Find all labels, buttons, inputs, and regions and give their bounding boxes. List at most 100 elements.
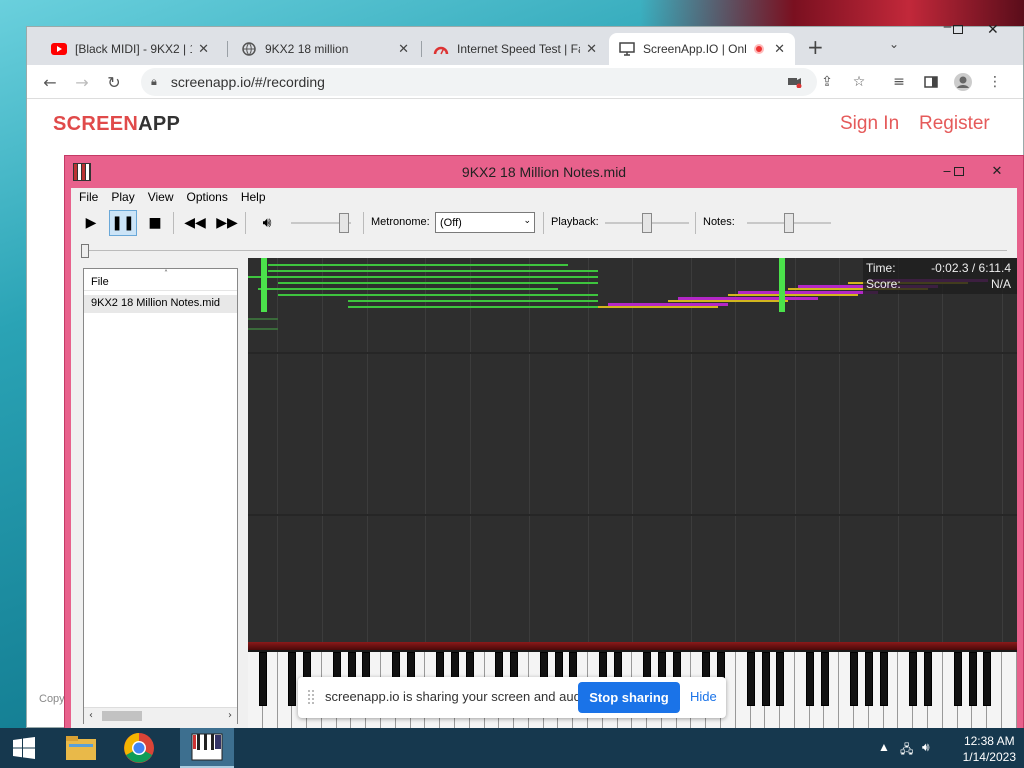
file-column-header[interactable]: File	[84, 269, 237, 291]
notes-slider-thumb[interactable]	[784, 213, 794, 233]
chevron-up-icon[interactable]: ▲	[878, 740, 890, 754]
maximize-button[interactable]	[953, 25, 963, 34]
menu-view[interactable]: View	[148, 188, 174, 206]
media-queue-icon[interactable]: ≡	[889, 72, 909, 92]
window-title: 9KX2 18 Million Notes.mid	[461, 164, 627, 180]
close-tab-icon[interactable]: ✕	[398, 41, 409, 57]
notes-speed-slider[interactable]	[747, 212, 831, 234]
note-streak	[598, 306, 718, 308]
volume-tray-icon[interactable]: 🔊︎	[922, 740, 930, 755]
tab-youtube[interactable]: [Black MIDI] - 9KX2 | 18 ✕	[41, 33, 219, 65]
app-maximize-button[interactable]	[945, 160, 973, 182]
tab-speedtest[interactable]: Internet Speed Test | Fa ✕	[423, 33, 607, 65]
black-key	[865, 652, 874, 706]
metronome-select[interactable]: (Off) ⌄	[435, 212, 535, 233]
tab-search-chevron-icon[interactable]: ⌄	[889, 37, 899, 51]
scrollbar-thumb[interactable]	[102, 711, 142, 721]
windows-start-icon[interactable]	[0, 728, 48, 768]
forward-arrow-icon[interactable]: →	[69, 69, 95, 95]
black-key	[820, 652, 829, 706]
rewind-icon[interactable]: ◀◀	[181, 210, 209, 236]
kebab-menu-icon[interactable]: ⋮	[985, 72, 1005, 92]
black-key	[983, 652, 992, 706]
system-tray: ▲ 🖧︎ 🔊︎ 12:38 AM 1/14/2023	[872, 728, 1022, 768]
camera-blocked-icon[interactable]	[785, 72, 805, 92]
footer-copyright: Copy	[39, 693, 65, 705]
bookmark-star-icon[interactable]: ☆	[849, 72, 869, 92]
stop-icon[interactable]: ■	[141, 210, 169, 236]
hide-button[interactable]: Hide	[690, 689, 717, 704]
screenapp-logo[interactable]: SCREENAPP	[53, 113, 180, 136]
lane-divider	[277, 258, 278, 642]
note-streak	[248, 276, 598, 278]
scroll-right-icon[interactable]: ›	[228, 710, 232, 721]
minimize-button[interactable]: ‒	[943, 19, 952, 35]
app-close-button[interactable]: ✕	[983, 160, 1011, 182]
note-streak	[268, 264, 568, 266]
menu-bar: File Play View Options Help	[71, 188, 1017, 206]
black-key	[909, 652, 918, 706]
toolbar-divider	[695, 212, 696, 234]
tab-screenapp[interactable]: ScreenApp.IO | Onl ✕	[609, 33, 795, 65]
horizontal-scrollbar[interactable]: ‹ ›	[84, 707, 237, 724]
file-list-panel: File ˄ 9KX2 18 Million Notes.mid ‹ ›	[83, 268, 238, 724]
drag-handle-icon[interactable]	[308, 690, 314, 704]
notes-label: Notes:	[703, 216, 735, 228]
black-key	[258, 652, 267, 706]
playback-slider-thumb[interactable]	[642, 213, 652, 233]
seek-thumb[interactable]	[81, 244, 89, 258]
menu-file[interactable]: File	[79, 188, 98, 206]
menu-play[interactable]: Play	[111, 188, 134, 206]
tab-9kx2[interactable]: 9KX2 18 million ✕	[231, 33, 419, 65]
chrome-icon[interactable]	[114, 728, 164, 768]
metronome-value: (Off)	[440, 216, 462, 229]
midi-player-taskbar-icon[interactable]	[180, 728, 234, 768]
network-icon[interactable]: 🖧︎	[900, 740, 913, 761]
close-tab-icon[interactable]: ✕	[774, 41, 785, 57]
tab-title: [Black MIDI] - 9KX2 | 18	[75, 42, 193, 56]
black-key	[805, 652, 814, 706]
note-streak	[738, 291, 878, 294]
register-link[interactable]: Register	[919, 113, 990, 135]
clock-date: 1/14/2023	[962, 750, 1016, 764]
tab-title: ScreenApp.IO | Onl	[643, 42, 747, 56]
browser-toolbar: ← → ↻ 🔒︎ screenapp.io/#/recording ⇪ ☆ ≡ …	[27, 65, 1023, 99]
lane-divider	[898, 258, 899, 642]
playback-speed-slider[interactable]	[605, 212, 689, 234]
note-streak	[728, 294, 858, 296]
volume-icon[interactable]: 🔊︎	[253, 210, 281, 236]
share-icon[interactable]: ⇪	[817, 72, 837, 92]
side-panel-icon[interactable]	[921, 72, 941, 92]
piano-app-icon[interactable]	[73, 163, 91, 181]
stop-sharing-button[interactable]: Stop sharing	[578, 682, 680, 713]
close-tab-icon[interactable]: ✕	[198, 41, 209, 57]
address-bar[interactable]: 🔒︎ screenapp.io/#/recording	[141, 68, 817, 96]
system-clock[interactable]: 12:38 AM 1/14/2023	[963, 733, 1016, 765]
new-tab-button[interactable]: +	[807, 35, 824, 59]
volume-slider-thumb[interactable]	[339, 213, 349, 233]
volume-slider[interactable]	[291, 212, 351, 234]
back-arrow-icon[interactable]: ←	[37, 69, 63, 95]
pause-icon[interactable]: ❚❚	[109, 210, 137, 236]
close-tab-icon[interactable]: ✕	[586, 41, 597, 57]
lane-divider	[425, 258, 426, 642]
profile-avatar-icon[interactable]	[953, 72, 973, 92]
logo-part-app: APP	[138, 113, 181, 135]
close-window-button[interactable]: ✕	[987, 22, 999, 38]
reload-icon[interactable]: ↻	[101, 69, 127, 95]
play-icon[interactable]: ▶	[77, 210, 105, 236]
black-key	[879, 652, 888, 706]
file-explorer-icon[interactable]	[56, 728, 106, 768]
menu-help[interactable]: Help	[241, 188, 266, 206]
menu-options[interactable]: Options	[186, 188, 227, 206]
sign-in-link[interactable]: Sign In	[840, 113, 899, 135]
keyboard-top-bar	[248, 642, 1017, 650]
lane-divider	[839, 258, 840, 642]
toolbar-divider	[543, 212, 544, 234]
note-block	[779, 258, 785, 312]
fast-forward-icon[interactable]: ▶▶	[213, 210, 241, 236]
black-key	[746, 652, 755, 706]
screenapp-header: SCREENAPP Sign In Register	[27, 99, 1023, 151]
scroll-left-icon[interactable]: ‹	[89, 710, 93, 721]
file-list-item[interactable]: 9KX2 18 Million Notes.mid	[84, 295, 237, 313]
